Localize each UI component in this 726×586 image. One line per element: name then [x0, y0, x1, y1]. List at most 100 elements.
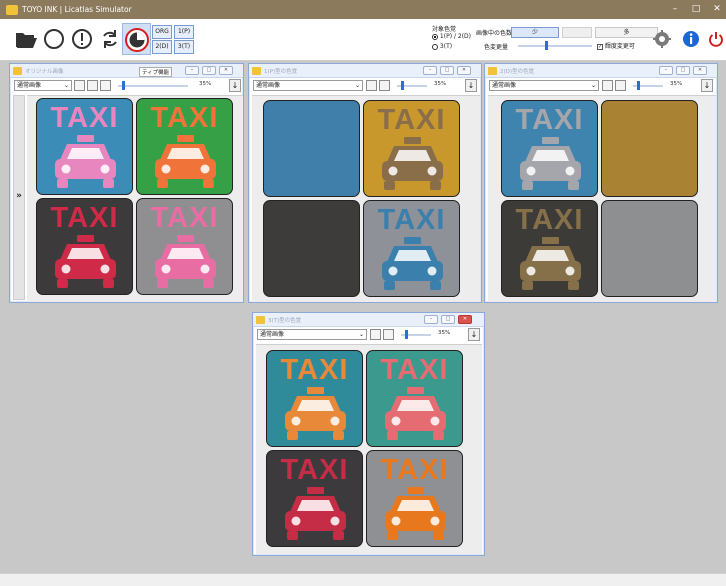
- app-icon: [6, 4, 18, 15]
- zoom-knob[interactable]: [637, 81, 640, 90]
- mode-select[interactable]: 通常画像 ⌄: [14, 80, 72, 91]
- change-slider-track[interactable]: [518, 45, 592, 47]
- power-icon[interactable]: [707, 30, 725, 48]
- zoom-value: 35%: [670, 81, 683, 87]
- taxi-tile: TAXI: [363, 100, 460, 197]
- panel-d: 2(D)型の色覚 – □ ✕ 通常画像 ⌄ 35% ↓ TAXI TAXI: [484, 63, 718, 303]
- car-icon: [155, 235, 216, 288]
- panel-tools: 通常画像 ⌄ 35% ↓: [10, 78, 243, 93]
- pen-tool-icon[interactable]: [100, 80, 111, 91]
- panel-p: 1(P)型の色覚 – □ ✕ 通常画像 ⌄ 35% ↓ TAXI TAXI: [248, 63, 482, 303]
- org-button[interactable]: ORG: [152, 25, 172, 39]
- select-tool-icon[interactable]: [615, 80, 626, 91]
- expand-button[interactable]: »: [13, 95, 25, 300]
- taxi-text: TAXI: [380, 354, 449, 386]
- t3-button[interactable]: 3(T): [174, 40, 194, 54]
- taxi-text: TAXI: [150, 202, 219, 234]
- taxi-tile: TAXI: [136, 98, 233, 195]
- window-icon: [256, 316, 265, 324]
- taxi-text: TAXI: [380, 454, 449, 486]
- zoom-slider[interactable]: [118, 85, 188, 87]
- image-canvas: TAXI TAXI TAXI TAXI: [256, 344, 482, 554]
- window-title: TOYO INK | Licatlas Simulator: [22, 5, 132, 14]
- d2-button[interactable]: 2(D): [152, 40, 172, 54]
- few-button[interactable]: 少: [511, 27, 559, 38]
- panel-tools: 通常画像 ⌄ 35% ↓: [253, 327, 484, 342]
- brightness-checkbox[interactable]: ✓ 輝度変更可: [597, 41, 635, 50]
- zoom-knob[interactable]: [122, 81, 125, 90]
- panel-tools: 通常画像 ⌄ 35% ↓: [249, 78, 481, 93]
- panel-caption: 2(D)型の色覚 – □ ✕: [485, 64, 717, 78]
- restore-button[interactable]: □: [676, 66, 690, 75]
- mode-select[interactable]: 通常画像 ⌄: [489, 80, 599, 91]
- hand-tool-icon[interactable]: [370, 329, 381, 340]
- radio-1p2d-label: 1(P) / 2(D): [439, 33, 471, 40]
- hand-tool-icon[interactable]: [366, 80, 377, 91]
- panel-title: 3(T)型の色覚: [268, 318, 302, 324]
- taxi-text: TAXI: [280, 354, 349, 386]
- download-icon[interactable]: ↓: [465, 79, 477, 92]
- simulate-button[interactable]: [122, 23, 151, 55]
- exclamation-icon[interactable]: [70, 27, 94, 51]
- minimize-button[interactable]: –: [659, 66, 673, 75]
- car-icon: [55, 135, 116, 188]
- image-canvas: TAXI TAXI: [488, 95, 716, 302]
- restore-button[interactable]: □: [441, 315, 455, 324]
- zoom-value: 35%: [434, 81, 447, 87]
- panel-original: オリジナル画像 ティプ機能 – □ ✕ 通常画像 ⌄ 35% ↓ » TAXI TA…: [9, 63, 244, 303]
- refresh-icon[interactable]: [98, 27, 122, 51]
- mode-select[interactable]: 通常画像 ⌄: [257, 329, 367, 340]
- chevron-down-icon: ⌄: [590, 82, 596, 89]
- change-slider-knob[interactable]: [545, 41, 548, 50]
- minimize-button[interactable]: –: [423, 66, 437, 75]
- taxi-tile: [263, 200, 360, 297]
- close-button[interactable]: ✕: [219, 66, 233, 75]
- download-icon[interactable]: ↓: [229, 79, 241, 92]
- car-icon: [385, 487, 446, 540]
- open-folder-icon[interactable]: [14, 27, 38, 51]
- hand-tool-icon[interactable]: [602, 80, 613, 91]
- spacer-segment: [562, 27, 592, 38]
- select-tool-icon[interactable]: [379, 80, 390, 91]
- panel-title: 2(D)型の色覚: [500, 69, 535, 75]
- close-button[interactable]: ✕: [457, 66, 471, 75]
- close-button[interactable]: ✕: [704, 0, 726, 19]
- taxi-text: TAXI: [50, 202, 119, 234]
- restore-button[interactable]: □: [440, 66, 454, 75]
- car-icon: [385, 387, 446, 440]
- zoom-knob[interactable]: [401, 81, 404, 90]
- chevron-down-icon: ⌄: [358, 331, 364, 338]
- taxi-text: TAXI: [377, 204, 446, 236]
- mode-value: 通常画像: [17, 82, 42, 89]
- taxi-text: TAXI: [515, 104, 584, 136]
- minimize-button[interactable]: –: [185, 66, 199, 75]
- info-icon[interactable]: [682, 30, 700, 48]
- panel-caption: 3(T)型の色覚 – □ ✕: [253, 313, 484, 327]
- p1-button[interactable]: 1(P): [174, 25, 194, 39]
- many-button[interactable]: 多: [595, 27, 658, 38]
- close-button[interactable]: ✕: [693, 66, 707, 75]
- title-bar: TOYO INK | Licatlas Simulator – □ ✕: [0, 0, 726, 19]
- settings-icon[interactable]: [652, 29, 672, 49]
- change-amount-label: 色変更量: [484, 44, 509, 51]
- radio-1p2d[interactable]: 1(P) / 2(D): [432, 33, 471, 40]
- taxi-tile: TAXI: [136, 198, 233, 295]
- download-icon[interactable]: ↓: [468, 328, 480, 341]
- circle-icon[interactable]: [42, 27, 66, 51]
- restore-button[interactable]: □: [202, 66, 216, 75]
- chevron-down-icon: ⌄: [354, 82, 360, 89]
- car-icon: [382, 237, 443, 290]
- download-icon[interactable]: ↓: [701, 79, 713, 92]
- tip-button[interactable]: ティプ機能: [139, 67, 173, 77]
- close-button[interactable]: ✕: [458, 315, 472, 324]
- minimize-button[interactable]: –: [424, 315, 438, 324]
- zoom-knob[interactable]: [405, 330, 408, 339]
- taxi-tile: TAXI: [501, 200, 598, 297]
- select-tool-icon[interactable]: [87, 80, 98, 91]
- mode-select[interactable]: 通常画像 ⌄: [253, 80, 363, 91]
- hand-tool-icon[interactable]: [74, 80, 85, 91]
- select-tool-icon[interactable]: [383, 329, 394, 340]
- radio-3t[interactable]: 3(T): [432, 43, 452, 50]
- target-label: 対象色覚: [432, 26, 457, 33]
- taxi-tile: TAXI: [501, 100, 598, 197]
